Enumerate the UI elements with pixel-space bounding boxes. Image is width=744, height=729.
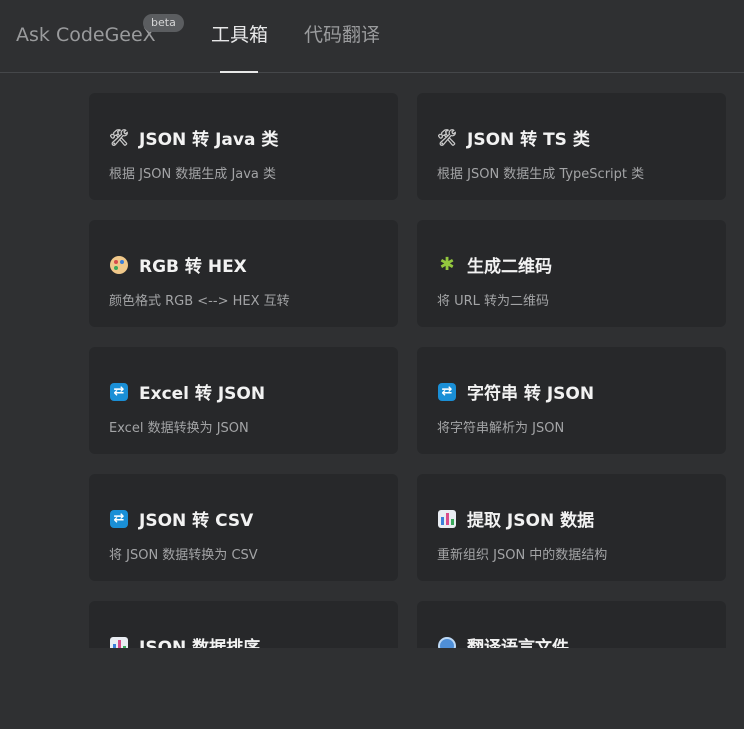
tab-ask-codegeex[interactable]: Ask CodeGeeX bbox=[16, 22, 156, 48]
card-title-text: JSON 转 Java 类 bbox=[139, 130, 279, 150]
card-title-text: 字符串 转 JSON bbox=[467, 384, 595, 404]
active-tab-indicator bbox=[220, 71, 258, 73]
card-description: 重新组织 JSON 中的数据结构 bbox=[437, 548, 608, 563]
beta-badge: beta bbox=[143, 14, 184, 32]
card-title: ⇄ JSON 转 CSV bbox=[109, 506, 253, 531]
tab-bar: Ask CodeGeeX beta 工具箱 代码翻译 bbox=[0, 0, 744, 73]
card-description: 根据 JSON 数据生成 Java 类 bbox=[109, 167, 277, 182]
card-title: ⇄ Excel 转 JSON bbox=[109, 379, 265, 404]
palette-icon bbox=[109, 255, 129, 275]
repeat-icon: ⇄ bbox=[437, 382, 457, 402]
bottom-empty-area bbox=[0, 648, 744, 729]
tool-card-json-to-csv[interactable]: ⇄ JSON 转 CSV 将 JSON 数据转换为 CSV bbox=[89, 474, 398, 581]
tool-grid: 🛠 JSON 转 Java 类 根据 JSON 数据生成 Java 类 🛠 JS… bbox=[89, 93, 726, 648]
card-title: 🛠 JSON 转 Java 类 bbox=[108, 125, 279, 150]
tool-card-rgb-to-hex[interactable]: RGB 转 HEX 颜色格式 RGB <--> HEX 互转 bbox=[89, 220, 398, 327]
tools-icon: 🛠 bbox=[108, 128, 130, 147]
card-description: 将字符串解析为 JSON bbox=[437, 421, 565, 436]
tool-card-extract-json[interactable]: 提取 JSON 数据 重新组织 JSON 中的数据结构 bbox=[417, 474, 726, 581]
bar-chart-icon bbox=[109, 636, 129, 648]
card-title-text: JSON 数据排序 bbox=[139, 638, 261, 648]
codegeex-panel: Ask CodeGeeX beta 工具箱 代码翻译 🛠 JSON 转 Java… bbox=[0, 0, 744, 729]
card-title-text: 生成二维码 bbox=[467, 257, 552, 277]
toolbox-scroll-area[interactable]: 🛠 JSON 转 Java 类 根据 JSON 数据生成 Java 类 🛠 JS… bbox=[0, 74, 744, 648]
card-title: 🛠 JSON 转 TS 类 bbox=[437, 125, 590, 150]
tool-card-json-sort[interactable]: JSON 数据排序 bbox=[89, 601, 398, 648]
tab-code-translate[interactable]: 代码翻译 bbox=[304, 22, 380, 48]
card-description: 将 URL 转为二维码 bbox=[437, 294, 550, 309]
card-title-text: 提取 JSON 数据 bbox=[467, 511, 595, 531]
card-title-text: JSON 转 TS 类 bbox=[467, 130, 590, 150]
tool-card-qrcode[interactable]: ✱ 生成二维码 将 URL 转为二维码 bbox=[417, 220, 726, 327]
tab-toolbox[interactable]: 工具箱 bbox=[211, 22, 268, 48]
bar-chart-icon bbox=[437, 509, 457, 529]
tool-card-translate-language-file[interactable]: 翻译语言文件 bbox=[417, 601, 726, 648]
puzzle-icon: ✱ bbox=[439, 254, 455, 275]
card-title: 翻译语言文件 bbox=[437, 633, 569, 648]
card-title: ✱ 生成二维码 bbox=[437, 252, 552, 277]
card-title: JSON 数据排序 bbox=[109, 633, 260, 648]
card-title: 提取 JSON 数据 bbox=[437, 506, 594, 531]
card-description: 根据 JSON 数据生成 TypeScript 类 bbox=[437, 167, 645, 182]
card-description: Excel 数据转换为 JSON bbox=[109, 421, 249, 436]
card-description: 将 JSON 数据转换为 CSV bbox=[109, 548, 258, 563]
card-title-text: JSON 转 CSV bbox=[139, 511, 254, 531]
card-title-text: Excel 转 JSON bbox=[139, 384, 266, 404]
tool-card-string-to-json[interactable]: ⇄ 字符串 转 JSON 将字符串解析为 JSON bbox=[417, 347, 726, 454]
repeat-icon: ⇄ bbox=[109, 509, 129, 529]
card-description: 颜色格式 RGB <--> HEX 互转 bbox=[109, 294, 290, 309]
card-title: ⇄ 字符串 转 JSON bbox=[437, 379, 594, 404]
tool-card-excel-to-json[interactable]: ⇄ Excel 转 JSON Excel 数据转换为 JSON bbox=[89, 347, 398, 454]
card-title: RGB 转 HEX bbox=[109, 252, 247, 277]
tools-icon: 🛠 bbox=[436, 128, 458, 147]
tool-card-json-to-java[interactable]: 🛠 JSON 转 Java 类 根据 JSON 数据生成 Java 类 bbox=[89, 93, 398, 200]
tool-card-json-to-ts[interactable]: 🛠 JSON 转 TS 类 根据 JSON 数据生成 TypeScript 类 bbox=[417, 93, 726, 200]
card-title-text: 翻译语言文件 bbox=[467, 638, 569, 648]
globe-icon bbox=[437, 636, 457, 648]
card-title-text: RGB 转 HEX bbox=[139, 257, 247, 277]
repeat-icon: ⇄ bbox=[109, 382, 129, 402]
